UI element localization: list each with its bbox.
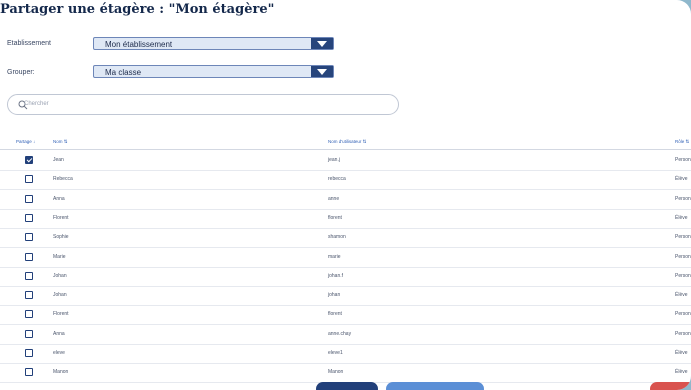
share-checkbox[interactable] (25, 252, 33, 261)
user-name: Anna (53, 195, 65, 202)
user-name: eleve (53, 350, 65, 356)
user-name: Jean (53, 157, 64, 163)
user-name: Johan (53, 272, 67, 279)
share-shelf-dialog: Partager une étagère : "Mon étagère" Eta… (0, 0, 691, 390)
user-role: Personnel (675, 157, 691, 163)
user-role: Personnel (675, 311, 691, 318)
user-name: Sophie (53, 234, 69, 241)
user-username: florent (328, 214, 342, 221)
grouper-select[interactable]: Ma classe (93, 65, 334, 78)
user-role: Élève (675, 369, 688, 376)
user-username: florent (328, 311, 342, 318)
chevron-down-icon[interactable] (311, 66, 333, 77)
share-checkbox[interactable] (25, 329, 33, 338)
share-checkbox[interactable] (25, 156, 33, 164)
share-checkbox[interactable] (25, 349, 33, 357)
share-checkbox[interactable] (25, 271, 33, 280)
table-row: Sophie shamon Personnel (0, 228, 691, 249)
share-checkbox[interactable] (25, 291, 33, 300)
column-header-nom[interactable]: Nom ⇅ (53, 139, 68, 145)
share-checkbox[interactable] (25, 213, 33, 222)
column-header-role[interactable]: Rôle ⇅ (675, 139, 689, 145)
primary-button[interactable] (316, 382, 378, 390)
etablissement-value: Mon établissement (105, 40, 173, 49)
user-username: anne (328, 195, 340, 202)
table-row: Rebecca rebecca Élève (0, 170, 691, 191)
share-checkbox[interactable] (25, 233, 33, 242)
user-role: Élève (675, 214, 688, 221)
user-role: Personnel (675, 195, 691, 202)
user-role: Personnel (675, 272, 691, 279)
grouper-label: Grouper: (7, 69, 35, 76)
grouper-value: Ma classe (105, 68, 142, 77)
column-header-username[interactable]: Nom d'utilisateur ⇅ (328, 139, 366, 145)
user-name: Marie (53, 253, 66, 260)
secondary-button[interactable] (386, 382, 484, 390)
user-name: Johan (53, 292, 67, 299)
user-role: Personnel (675, 253, 691, 260)
table-row: Florent florent Personnel (0, 305, 691, 326)
share-checkbox[interactable] (25, 368, 33, 377)
column-header-partage[interactable]: Partage ↓ (16, 139, 35, 144)
user-role: Personnel (675, 330, 691, 337)
user-role: Élève (675, 350, 688, 356)
user-role: Personnel (675, 234, 691, 241)
etablissement-label: Etablissement (7, 40, 51, 47)
chevron-down-icon[interactable] (311, 38, 333, 49)
user-username: Manon (328, 369, 344, 376)
table-row: Marie marie Personnel (0, 248, 691, 268)
table-row: Manon Manon Élève (0, 363, 691, 384)
table-row: Anna anne.chay Personnel (0, 325, 691, 345)
header-divider (0, 149, 691, 150)
etablissement-select[interactable]: Mon établissement (93, 37, 334, 50)
table-row: Johan johan Élève (0, 286, 691, 307)
table-row: Jean jean.j Personnel (0, 151, 691, 171)
search-input[interactable]: Chercher (7, 94, 399, 115)
user-username: eleve1 (328, 350, 343, 356)
user-role: Élève (675, 292, 688, 299)
user-role: Élève (675, 176, 688, 183)
table-row: Anna anne Personnel (0, 190, 691, 210)
table-row: Johan johan.f Personnel (0, 267, 691, 287)
user-username: shamon (328, 234, 346, 241)
share-checkbox[interactable] (25, 175, 33, 184)
share-checkbox[interactable] (25, 194, 33, 203)
user-name: Rebecca (53, 176, 73, 183)
table-row: Florent florent Élève (0, 209, 691, 229)
cancel-button[interactable] (650, 382, 691, 390)
search-placeholder: Chercher (24, 101, 49, 107)
user-name: Florent (53, 311, 69, 318)
user-username: marie (328, 253, 341, 260)
user-username: johan.f (328, 272, 344, 279)
user-name: Florent (53, 214, 69, 221)
user-username: rebecca (328, 176, 346, 183)
user-name: Manon (53, 369, 69, 376)
user-username: anne.chay (328, 330, 352, 337)
user-username: johan (328, 292, 341, 299)
share-checkbox[interactable] (25, 310, 33, 319)
page-title: Partager une étagère : "Mon étagère" (0, 2, 275, 17)
user-name: Anna (53, 330, 65, 337)
table-row: eleve eleve1 Élève (0, 344, 691, 364)
user-username: jean.j (328, 157, 340, 163)
